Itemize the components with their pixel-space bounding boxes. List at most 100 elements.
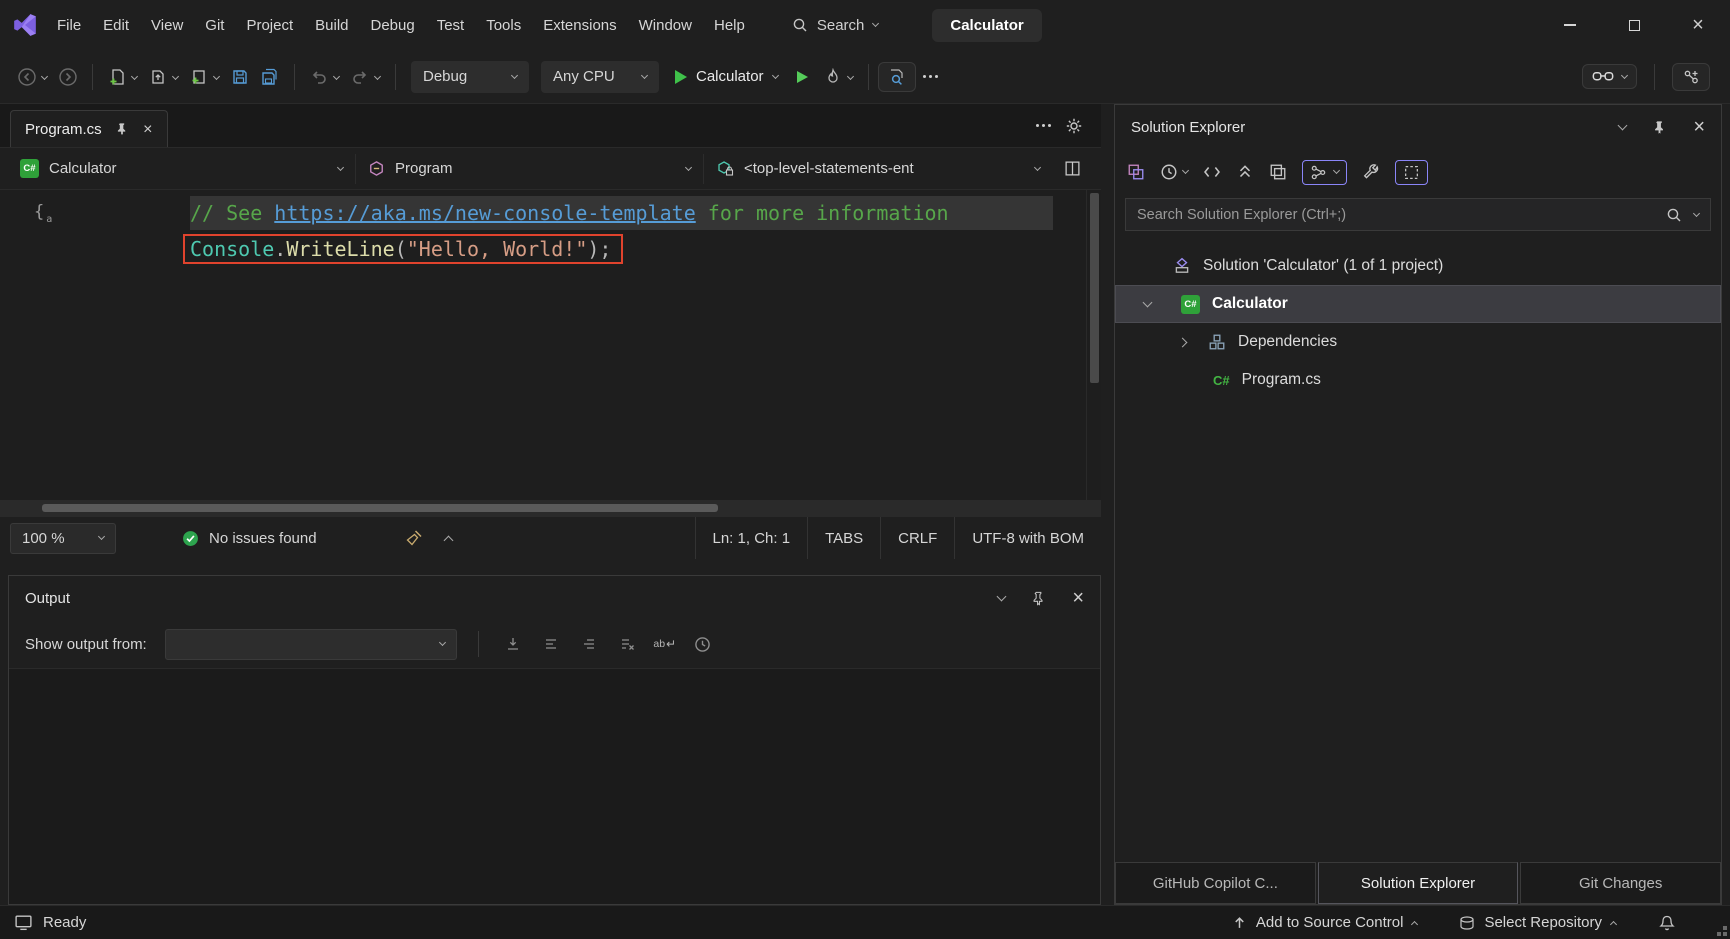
menu-edit[interactable]: Edit [92, 10, 140, 41]
pin-icon[interactable] [1031, 591, 1046, 606]
clear-all-icon[interactable] [576, 631, 602, 657]
tree-item-calculator-project[interactable]: Calculator [1115, 285, 1721, 323]
window-position-chevron-icon[interactable] [1618, 121, 1628, 131]
member-dropdown[interactable]: <top-level-statements-ent [704, 154, 1052, 184]
resize-grip[interactable] [1723, 932, 1727, 936]
menu-view[interactable]: View [140, 10, 194, 41]
tree-item-dependencies[interactable]: Dependencies [1115, 323, 1721, 361]
open-file-button[interactable] [143, 62, 173, 92]
pending-changes-filter-icon[interactable] [1160, 163, 1188, 181]
line-ending[interactable]: CRLF [880, 517, 954, 559]
save-button[interactable] [225, 62, 255, 92]
window-position-chevron-icon[interactable] [997, 592, 1007, 602]
search-icon[interactable] [1666, 207, 1682, 223]
solution-platforms-dropdown[interactable]: Any CPU [541, 61, 659, 93]
close-icon[interactable] [1693, 117, 1705, 137]
indentation-mode[interactable]: TABS [807, 517, 880, 559]
type-dropdown[interactable]: Program [356, 154, 704, 184]
redo-button[interactable] [345, 62, 375, 92]
output-source-dropdown[interactable] [165, 629, 457, 660]
navigate-back-button[interactable] [12, 62, 42, 92]
comment-link[interactable]: https://aka.ms/new-console-template [274, 201, 695, 225]
project-dropdown[interactable]: Calculator [8, 154, 356, 184]
menu-project[interactable]: Project [235, 10, 304, 41]
scrollbar-thumb[interactable] [42, 504, 718, 512]
close-button[interactable] [1666, 0, 1730, 50]
zoom-dropdown[interactable]: 100 % [10, 523, 116, 554]
search-control[interactable]: Search [782, 10, 889, 41]
notifications-bell-icon[interactable] [1658, 914, 1676, 932]
vertical-scrollbar[interactable] [1086, 190, 1101, 500]
menu-window[interactable]: Window [628, 10, 703, 41]
chevron-down-icon[interactable] [374, 73, 381, 80]
view-scope-selector[interactable] [1302, 160, 1347, 185]
maximize-button[interactable] [1602, 0, 1666, 50]
navigate-forward-button[interactable] [53, 62, 83, 92]
undo-button[interactable] [304, 62, 334, 92]
caret-position[interactable]: Ln: 1, Ch: 1 [695, 517, 808, 559]
new-project-button[interactable] [102, 62, 132, 92]
encoding[interactable]: UTF-8 with BOM [954, 517, 1101, 559]
menu-help[interactable]: Help [703, 10, 756, 41]
solution-search-input[interactable] [1137, 207, 1654, 223]
sync-with-active-document-icon[interactable] [1203, 163, 1221, 181]
issues-status[interactable]: No issues found [209, 530, 317, 547]
tab-solution-explorer[interactable]: Solution Explorer [1318, 862, 1519, 904]
code-editor[interactable]: // See https://aka.ms/new-console-templa… [0, 190, 1101, 500]
chevron-down-icon[interactable] [846, 73, 853, 80]
add-item-button[interactable] [184, 62, 214, 92]
document-overflow-button[interactable] [1042, 124, 1046, 128]
start-debugging-button[interactable]: Calculator [665, 61, 788, 93]
menu-file[interactable]: File [46, 10, 92, 41]
pin-icon[interactable] [115, 122, 129, 136]
select-repository-button[interactable]: Select Repository [1459, 914, 1616, 931]
chevron-down-icon[interactable] [1693, 209, 1700, 216]
find-in-files-button[interactable] [878, 62, 916, 92]
tab-git-changes[interactable]: Git Changes [1520, 862, 1721, 904]
save-all-button[interactable] [255, 62, 285, 92]
tab-program-cs[interactable]: Program.cs [10, 110, 168, 147]
menu-debug[interactable]: Debug [360, 10, 426, 41]
minimize-button[interactable] [1538, 0, 1602, 50]
scrollbar-thumb[interactable] [1090, 193, 1099, 383]
chevron-down-icon[interactable] [1143, 298, 1153, 308]
switch-views-icon[interactable] [1127, 163, 1145, 181]
chevron-right-icon[interactable] [1178, 337, 1188, 347]
code-cleanup-icon[interactable] [405, 529, 423, 547]
menu-extensions[interactable]: Extensions [532, 10, 627, 41]
chevron-down-icon[interactable] [213, 73, 220, 80]
goto-previous-message-icon[interactable] [500, 631, 526, 657]
live-share-button[interactable] [1672, 63, 1710, 91]
tree-item-program-cs[interactable]: Program.cs [1115, 361, 1721, 399]
tree-item-solution[interactable]: Solution 'Calculator' (1 of 1 project) [1115, 247, 1721, 285]
goto-next-message-icon[interactable] [538, 631, 564, 657]
timestamp-icon[interactable] [690, 631, 716, 657]
menu-test[interactable]: Test [426, 10, 476, 41]
add-to-source-control-button[interactable]: Add to Source Control [1232, 914, 1418, 931]
word-wrap-icon[interactable] [652, 631, 678, 657]
collapse-all-icon[interactable] [1236, 163, 1254, 181]
close-icon[interactable] [143, 121, 152, 137]
settings-wrench-icon[interactable] [1362, 163, 1380, 181]
close-icon[interactable] [1072, 588, 1084, 608]
pin-icon[interactable] [1652, 120, 1667, 135]
horizontal-scrollbar[interactable] [0, 500, 1101, 516]
toolbar-overflow-button[interactable] [916, 62, 946, 92]
start-without-debugging-button[interactable] [788, 62, 818, 92]
solution-configurations-dropdown[interactable]: Debug [411, 61, 529, 93]
gear-icon[interactable] [1065, 117, 1083, 135]
copilot-button[interactable] [1582, 64, 1637, 89]
show-all-files-icon[interactable] [1269, 163, 1287, 181]
menu-git[interactable]: Git [194, 10, 235, 41]
chevron-down-icon[interactable] [41, 73, 48, 80]
menu-tools[interactable]: Tools [475, 10, 532, 41]
output-content[interactable] [9, 668, 1100, 904]
split-window-icon[interactable] [1052, 160, 1093, 177]
chevron-up-icon[interactable] [443, 535, 453, 545]
chevron-down-icon[interactable] [172, 73, 179, 80]
hot-reload-button[interactable] [818, 62, 848, 92]
toggle-messages-icon[interactable] [614, 631, 640, 657]
chevron-down-icon[interactable] [333, 73, 340, 80]
menu-build[interactable]: Build [304, 10, 359, 41]
chevron-down-icon[interactable] [131, 73, 138, 80]
